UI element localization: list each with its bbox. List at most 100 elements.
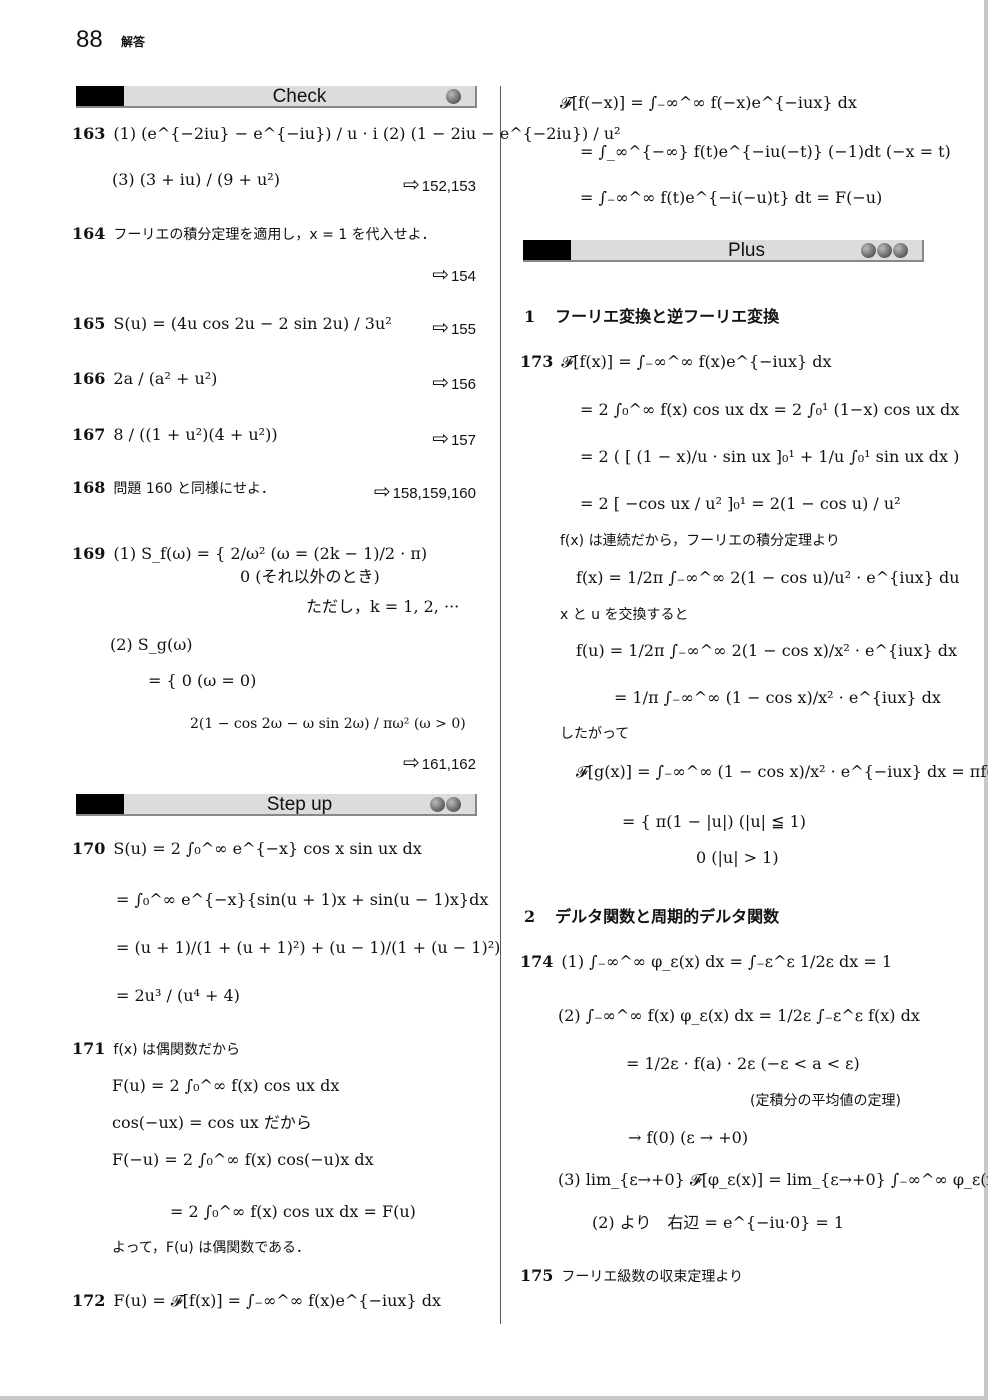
section-title: デルタ関数と周期的デルタ関数 [555,907,780,926]
answer-text: フーリエ級数の収束定理より [561,1269,744,1285]
problem-number: 171 [72,1039,106,1058]
problem-168: 168 問題 160 と同様にせよ． [72,478,275,499]
answer-line: 𝓕[g(x)] = ∫₋∞^∞ (1 − cos x)/x² · e^{−iux… [576,762,988,781]
reference-link[interactable]: ⇨ 158,159,160 [374,479,476,504]
problem-number: 173 [520,352,554,371]
problem-number: 163 [72,124,106,143]
answer-line: = 1/π ∫₋∞^∞ (1 − cos x)/x² · e^{iux} dx [614,688,941,707]
answer-line: = 1/2ε · f(a) · 2ε (−ε < a < ε) [626,1054,860,1073]
problem-174: 174 (1) ∫₋∞^∞ φ_ε(x) dx = ∫₋ε^ε 1/2ε dx =… [520,952,892,972]
problem-number: 172 [72,1291,106,1310]
problem-173: 173 𝓕[f(x)] = ∫₋∞^∞ f(x)e^{−iux} dx [520,352,832,372]
answer-text: S(u) = (4u cos 2u − 2 sin 2u) / 3u² [113,314,392,333]
problem-164: 164 フーリエの積分定理を適用し，x = 1 を代入せよ． [72,224,436,245]
answer-line: (1) (e^{−2iu} − e^{−iu}) / u · i (2) (1 … [113,124,621,143]
answer-line: F(u) = 𝓕[f(x)] = ∫₋∞^∞ f(x)e^{−iux} dx [113,1291,441,1310]
answer-line: = ∫₀^∞ e^{−x}{sin(u + 1)x + sin(u − 1)x}… [116,890,489,909]
level-indicator [430,797,461,812]
answer-line: (2) S_g(ω) [110,635,193,654]
problem-number: 174 [520,952,554,971]
section-heading-1: 1 フーリエ変換と逆フーリエ変換 [524,303,779,327]
bar-block [76,794,124,814]
problem-169: 169 (1) S_f(ω) = { 2/ω² (ω = (2k − 1)/2 ·… [72,544,427,564]
answer-line: (2) より 右辺 = e^{−iu·0} = 1 [592,1213,845,1232]
column-divider [500,86,501,1324]
problem-171: 171 f(x) は偶関数だから [72,1039,240,1060]
answer-line: 𝓕[f(x)] = ∫₋∞^∞ f(x)e^{−iux} dx [561,352,832,371]
arrow-icon: ⇨ [432,372,449,394]
answer-line: f(u) = 1/2π ∫₋∞^∞ 2(1 − cos x)/x² · e^{i… [576,641,958,660]
answer-text: 2a / (a² + u²) [113,369,218,388]
answer-line: cos(−ux) = cos ux だから [112,1113,312,1132]
bar-title: Step up [266,794,333,815]
answer-line: (3) lim_{ε→+0} 𝓕[φ_ε(x)] = lim_{ε→+0} ∫₋… [558,1170,988,1189]
answer-line: = 2 [ −cos ux / u² ]₀¹ = 2(1 − cos u) / … [580,494,901,513]
reference-link[interactable]: ⇨ 156 [432,370,476,395]
problem-166: 166 2a / (a² + u²) [72,369,217,389]
answer-line: F(u) = 2 ∫₀^∞ f(x) cos ux dx [112,1076,340,1095]
answer-line: 0 (それ以外のとき) [240,567,380,586]
answer-line: = { π(1 − |u|) (|u| ≦ 1) [622,812,807,831]
problem-175: 175 フーリエ級数の収束定理より [520,1266,743,1287]
answer-line: = (u + 1)/(1 + (u + 1)²) + (u − 1)/(1 + … [116,938,501,957]
answer-line: → f(0) (ε → +0) [628,1128,749,1147]
level-ball-icon [861,243,876,258]
problem-167: 167 8 / ((1 + u²)(4 + u²)) [72,425,278,445]
problem-number: 167 [72,425,106,444]
reference-link[interactable]: ⇨ 157 [432,426,476,451]
answer-line: 2(1 − cos 2ω − ω sin 2ω) / πω² (ω > 0) [190,716,466,732]
level-ball-icon [893,243,908,258]
answer-line: S(u) = 2 ∫₀^∞ e^{−x} cos x sin ux dx [113,839,422,858]
answer-line: F(−u) = 2 ∫₀^∞ f(x) cos(−u)x dx [112,1150,374,1169]
level-indicator [446,89,461,104]
problem-163: 163 (1) (e^{−2iu} − e^{−iu}) / u · i (2) … [72,124,621,144]
answer-line: = 2u³ / (u⁴ + 4) [116,986,240,1005]
reference-link[interactable]: ⇨ 161,162 [403,750,476,775]
section-title: フーリエ変換と逆フーリエ変換 [555,307,780,326]
bar-title: Check [272,86,327,107]
level-indicator [861,243,908,258]
reference-link[interactable]: ⇨ 155 [432,315,476,340]
problem-number: 168 [72,478,106,497]
answer-line: = { 0 (ω = 0) [148,671,257,690]
problem-170: 170 S(u) = 2 ∫₀^∞ e^{−x} cos x sin ux dx [72,839,422,859]
answer-line: = ∫_∞^{−∞} f(t)e^{−iu(−t)} (−1)dt (−x = … [580,142,951,161]
reference-link[interactable]: ⇨ 152,153 [403,172,476,197]
problem-number: 164 [72,224,106,243]
problem-number: 170 [72,839,106,858]
problem-172: 172 F(u) = 𝓕[f(x)] = ∫₋∞^∞ f(x)e^{−iux} d… [72,1291,441,1311]
answer-line: (定積分の平均値の定理) [750,1093,901,1109]
answer-line: f(x) は連続だから，フーリエの積分定理より [560,533,840,549]
answer-line: f(x) は偶関数だから [113,1042,240,1058]
arrow-icon: ⇨ [403,174,420,196]
answer-line: = 2 ( [ (1 − x)/u · sin ux ]₀¹ + 1/u ∫₀¹… [580,447,960,466]
level-ball-icon [446,797,461,812]
answer-line: = ∫₋∞^∞ f(t)e^{−i(−u)t} dt = F(−u) [580,188,883,207]
answer-line: したがって [560,726,630,742]
arrow-icon: ⇨ [373,481,391,503]
answer-text: 8 / ((1 + u²)(4 + u²)) [113,425,278,444]
answer-line: f(x) = 1/2π ∫₋∞^∞ 2(1 − cos u)/u² · e^{i… [576,568,960,587]
level-ball-icon [877,243,892,258]
level-ball-icon [446,89,461,104]
answer-line: 𝓕[f(−x)] = ∫₋∞^∞ f(−x)e^{−iux} dx [560,93,857,112]
reference-link[interactable]: ⇨ 154 [432,262,476,287]
arrow-icon: ⇨ [432,264,449,286]
problem-number: 169 [72,544,106,563]
check-header-bar: Check [76,86,477,108]
arrow-icon: ⇨ [432,317,449,339]
stepup-header-bar: Step up [76,794,477,816]
answer-line: (3) (3 + iu) / (9 + u²) [112,170,280,189]
plus-header-bar: Plus [523,240,924,262]
answer-line: 0 (|u| > 1) [696,848,779,867]
answer-text: フーリエの積分定理を適用し，x = 1 を代入せよ． [113,227,436,243]
level-ball-icon [430,797,445,812]
page-number: 88 [76,26,103,53]
bar-block [76,86,124,106]
arrow-icon: ⇨ [403,752,420,774]
answer-line: (2) ∫₋∞^∞ f(x) φ_ε(x) dx = 1/2ε ∫₋ε^ε f(… [558,1006,920,1025]
answer-line: x と u を交換すると [560,607,689,623]
answer-line: ただし，k = 1, 2, ··· [306,597,460,616]
answer-line: (1) S_f(ω) = { 2/ω² (ω = (2k − 1)/2 · π) [113,544,428,563]
arrow-icon: ⇨ [432,428,449,450]
